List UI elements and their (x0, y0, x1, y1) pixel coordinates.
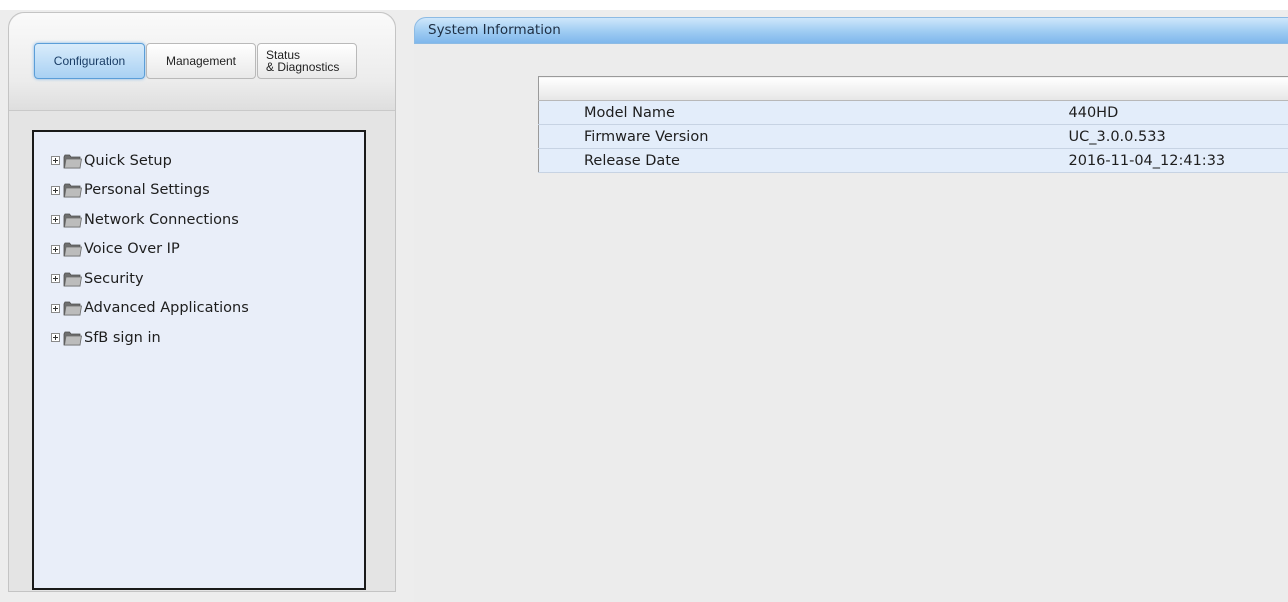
expand-icon[interactable] (51, 244, 60, 254)
table-header-cell (538, 76, 1069, 101)
section-title: System Information (428, 22, 561, 38)
row-label: Model Name (538, 100, 1069, 125)
folder-icon (63, 272, 82, 287)
tree-item-personal-settings[interactable]: Personal Settings (51, 176, 364, 206)
tree-item-label: Quick Setup (84, 152, 172, 169)
page: Configuration Management Status & Diagno… (0, 0, 1288, 602)
tab-status-diagnostics[interactable]: Status & Diagnostics (257, 43, 357, 79)
table-header-cell (1068, 76, 1288, 101)
row-value: 440HD (1068, 100, 1288, 125)
row-label: Release Date (538, 148, 1069, 173)
tree-item-security[interactable]: Security (51, 264, 364, 294)
expand-icon[interactable] (51, 303, 60, 313)
tree-item-network-connections[interactable]: Network Connections (51, 205, 364, 235)
expand-icon[interactable] (51, 185, 60, 195)
tree-item-quick-setup[interactable]: Quick Setup (51, 146, 364, 176)
tree-item-advanced-applications[interactable]: Advanced Applications (51, 294, 364, 324)
folder-icon (63, 183, 82, 198)
tree-item-sfb-sign-in[interactable]: SfB sign in (51, 323, 364, 353)
tab-configuration[interactable]: Configuration (34, 43, 145, 79)
tab-status-line2: & Diagnostics (266, 60, 340, 74)
tree-item-label: Security (84, 270, 144, 287)
table-row: Model Name 440HD (538, 100, 1288, 125)
folder-icon (63, 242, 82, 257)
system-info-table: Model Name 440HD Firmware Version UC_3.0… (538, 76, 1288, 173)
row-value: UC_3.0.0.533 (1068, 124, 1288, 149)
folder-icon (63, 301, 82, 316)
folder-icon (63, 154, 82, 169)
tree-item-label: Network Connections (84, 211, 239, 228)
left-navigation-panel: Configuration Management Status & Diagno… (8, 12, 396, 592)
tree-item-label: Personal Settings (84, 182, 210, 199)
folder-icon (63, 213, 82, 228)
row-label: Firmware Version (538, 124, 1069, 149)
tree-item-voice-over-ip[interactable]: Voice Over IP (51, 235, 364, 265)
row-value: 2016-11-04_12:41:33 (1068, 148, 1288, 173)
navigation-tree: Quick Setup Personal Settings Network Co… (34, 132, 364, 353)
section-header-bar: System Information (414, 17, 1288, 44)
tree-item-label: Voice Over IP (84, 241, 180, 258)
table-row: Firmware Version UC_3.0.0.533 (538, 124, 1288, 149)
tab-management[interactable]: Management (146, 43, 256, 79)
expand-icon[interactable] (51, 215, 60, 225)
expand-icon[interactable] (51, 333, 60, 343)
expand-icon[interactable] (51, 156, 60, 166)
top-title-strip (0, 0, 1288, 10)
table-row: Release Date 2016-11-04_12:41:33 (538, 148, 1288, 173)
tree-item-label: SfB sign in (84, 329, 161, 346)
folder-icon (63, 331, 82, 346)
table-header-row (538, 76, 1288, 101)
navigation-tree-frame: Quick Setup Personal Settings Network Co… (32, 130, 366, 590)
tab-bar: Configuration Management Status & Diagno… (9, 13, 395, 111)
expand-icon[interactable] (51, 274, 60, 284)
tree-item-label: Advanced Applications (84, 300, 249, 317)
